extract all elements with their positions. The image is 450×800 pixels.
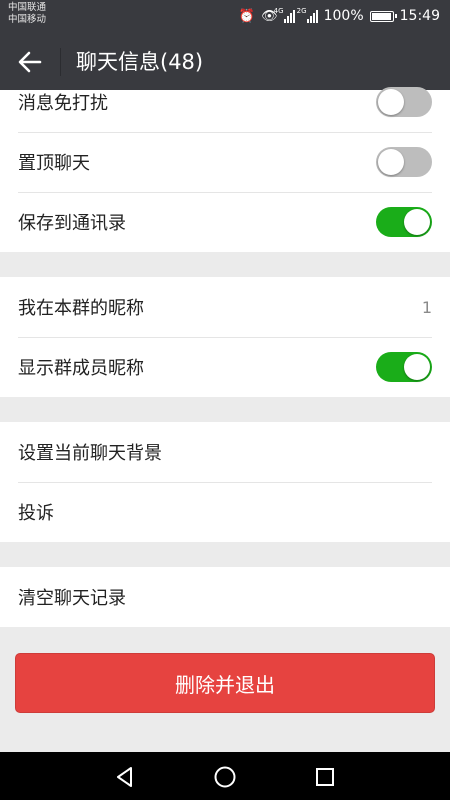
alarm-icon: ⏰ (238, 8, 256, 24)
report-label: 投诉 (18, 503, 54, 524)
home-circle-icon[interactable] (212, 764, 238, 790)
show-nicknames-toggle[interactable] (376, 352, 432, 382)
save-contacts-toggle[interactable] (376, 207, 432, 237)
page-title: 聊天信息(48) (76, 50, 204, 74)
mute-toggle[interactable] (376, 87, 432, 117)
report-row[interactable]: 投诉 (0, 482, 450, 542)
battery-percent: 100% (323, 8, 364, 24)
save-contacts-label: 保存到通讯录 (18, 213, 126, 234)
save-contacts-row[interactable]: 保存到通讯录 (0, 192, 450, 252)
pin-toggle[interactable] (376, 147, 432, 177)
settings-group-chat: 消息免打扰 置顶聊天 保存到通讯录 (0, 87, 450, 252)
carrier-1-label: 中国联通 (8, 2, 47, 13)
clock: 15:49 (399, 8, 440, 24)
nickname-row[interactable]: 我在本群的昵称 1 (0, 277, 450, 337)
signal-sim1-icon: 4G (274, 7, 295, 23)
title-divider (60, 48, 61, 76)
mute-label: 消息免打扰 (18, 93, 108, 114)
toggle-knob (404, 354, 430, 380)
delete-section: 删除并退出 (0, 628, 450, 752)
chat-background-row[interactable]: 设置当前聊天背景 (0, 422, 450, 482)
mute-row[interactable]: 消息免打扰 (0, 87, 450, 132)
sim1-network-tag: 4G (273, 6, 284, 15)
toggle-knob (378, 149, 404, 175)
battery-icon (369, 10, 397, 22)
navigation-bar (0, 752, 450, 800)
status-icons: ⏰ 👁 4G 2G 100% 15:49 (239, 6, 440, 26)
clear-history-row[interactable]: 清空聊天记录 (0, 567, 450, 627)
delete-and-exit-button[interactable]: 删除并退出 (15, 653, 435, 713)
show-nicknames-label: 显示群成员昵称 (18, 358, 144, 379)
toggle-knob (404, 209, 430, 235)
sim2-network-tag: 2G (296, 6, 307, 15)
clear-history-label: 清空聊天记录 (18, 588, 126, 609)
title-bar: 聊天信息(48) (0, 34, 450, 90)
signal-sim2-icon: 2G (297, 7, 318, 23)
status-bar: 中国联通 中国移动 ⏰ 👁 4G 2G 100% 15:49 (0, 0, 450, 34)
settings-group-history: 清空聊天记录 (0, 567, 450, 627)
chat-background-label: 设置当前聊天背景 (18, 443, 162, 464)
recents-square-icon[interactable] (312, 764, 338, 790)
pin-label: 置顶聊天 (18, 153, 90, 174)
nickname-label: 我在本群的昵称 (18, 298, 144, 319)
settings-list: 消息免打扰 置顶聊天 保存到通讯录 我在本群的昵称 1 显示群成员昵称 设置当前… (0, 87, 450, 627)
show-nicknames-row[interactable]: 显示群成员昵称 (0, 337, 450, 397)
toggle-knob (378, 89, 404, 115)
back-arrow-icon[interactable] (16, 48, 44, 76)
settings-group-misc: 设置当前聊天背景 投诉 (0, 422, 450, 542)
nickname-value: 1 (421, 297, 432, 317)
carrier-2-label: 中国移动 (8, 14, 47, 25)
carrier-info: 中国联通 中国移动 (8, 2, 46, 26)
settings-group-nickname: 我在本群的昵称 1 显示群成员昵称 (0, 277, 450, 397)
pin-row[interactable]: 置顶聊天 (0, 132, 450, 192)
back-triangle-icon[interactable] (112, 764, 138, 790)
